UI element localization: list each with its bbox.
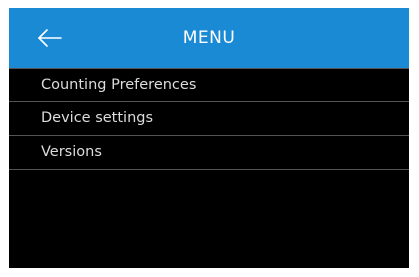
device-screen: MENU Counting Preferences Device setting… (9, 8, 409, 268)
header-bar: MENU (9, 8, 409, 68)
back-button[interactable] (35, 26, 65, 50)
arrow-left-icon (38, 29, 62, 47)
menu-list: Counting Preferences Device settings Ver… (9, 68, 409, 170)
page-title: MENU (182, 28, 236, 48)
menu-item-device-settings[interactable]: Device settings (9, 102, 409, 136)
menu-item-counting-preferences[interactable]: Counting Preferences (9, 68, 409, 102)
menu-item-versions[interactable]: Versions (9, 136, 409, 170)
